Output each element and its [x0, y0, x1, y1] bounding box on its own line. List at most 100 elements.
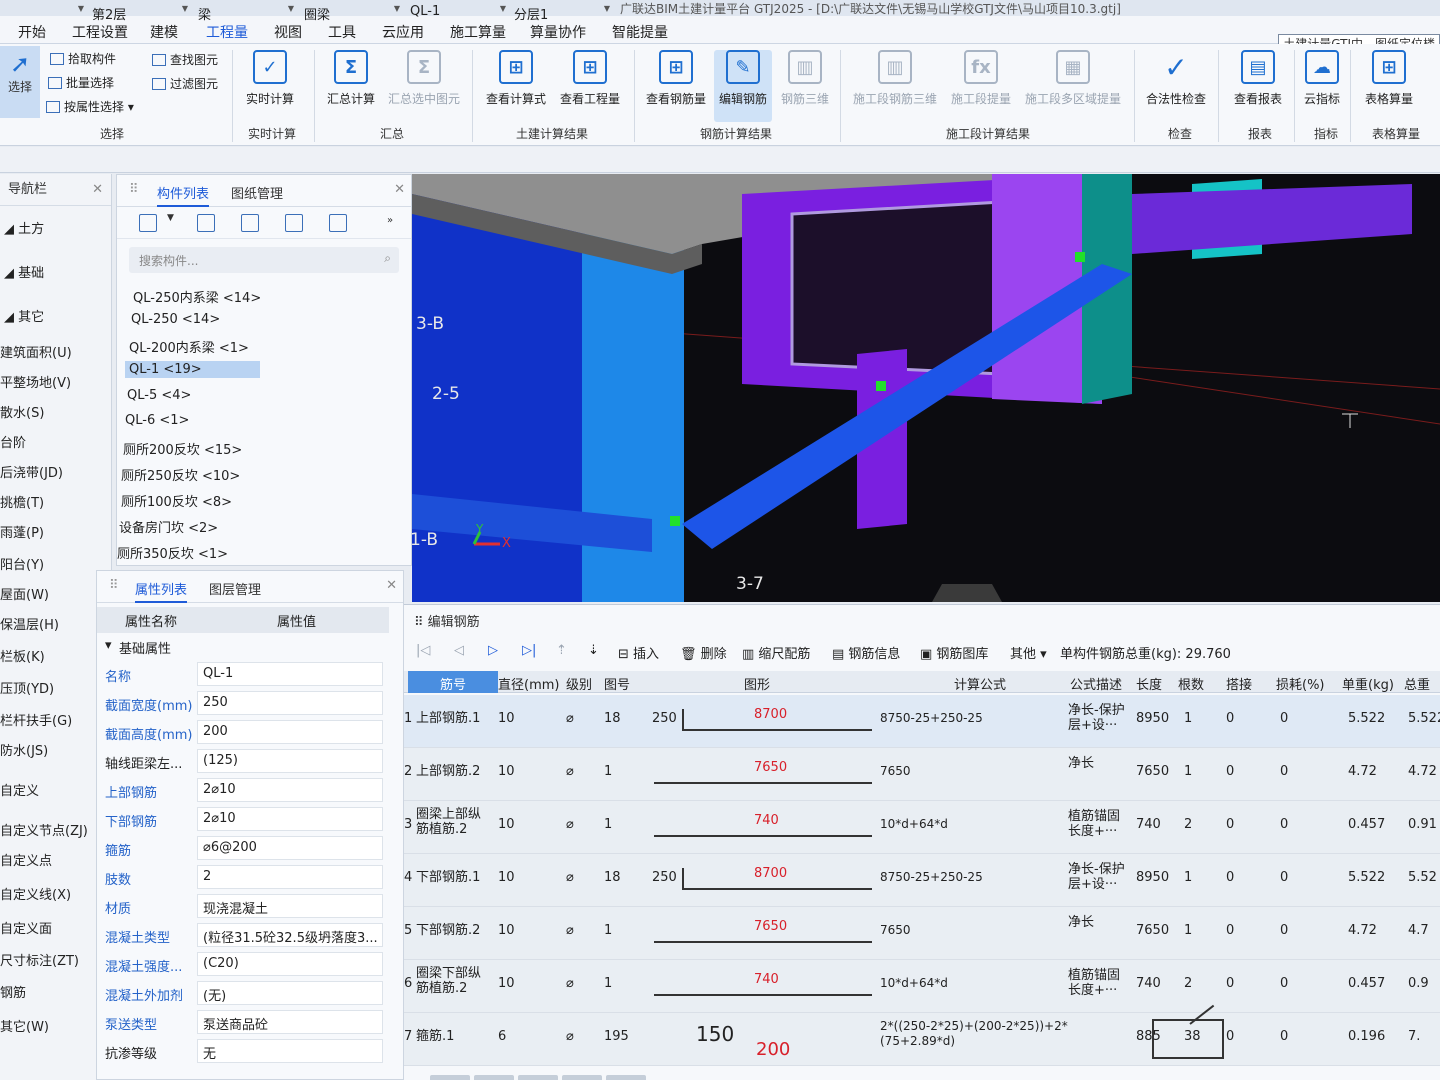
bar-name-cell[interactable]: 圈梁下部纵筋植筋.2: [416, 966, 486, 996]
property-row[interactable]: 抗渗等级 无: [97, 1038, 389, 1065]
list-item[interactable]: QL-250 <14>: [131, 312, 220, 327]
total-weight-cell[interactable]: 0.9: [1408, 976, 1429, 991]
move-down-icon[interactable]: ⇣: [588, 643, 599, 658]
status-tab[interactable]: [430, 1075, 470, 1080]
status-tab[interactable]: [562, 1075, 602, 1080]
rebar-3d-button[interactable]: ▥ 钢筋三维: [776, 50, 834, 107]
list-item[interactable]: QL-200内系梁 <1>: [129, 337, 249, 356]
menu-tools[interactable]: 工具: [328, 22, 356, 42]
col-count[interactable]: 根数: [1178, 674, 1204, 693]
list-item[interactable]: 设备房门坎 <2>: [119, 517, 218, 536]
loss-cell[interactable]: 0: [1280, 711, 1288, 726]
list-item[interactable]: 厕所100反坎 <8>: [121, 491, 232, 510]
status-tab[interactable]: [474, 1075, 514, 1080]
nav-item[interactable]: 阳台(Y): [0, 554, 44, 573]
close-icon[interactable]: ✕: [386, 578, 397, 593]
grade-cell[interactable]: ⌀: [566, 711, 574, 726]
total-weight-cell[interactable]: 4.7: [1408, 923, 1429, 938]
property-value[interactable]: 无: [197, 1039, 383, 1063]
loss-cell[interactable]: 0: [1280, 870, 1288, 885]
length-cell[interactable]: 740: [1136, 817, 1161, 832]
total-weight-cell[interactable]: 0.91: [1408, 817, 1437, 832]
description-cell[interactable]: 净长: [1068, 756, 1130, 771]
summary-calc-button[interactable]: Σ 汇总计算: [322, 50, 380, 107]
dropdown-arrow-icon[interactable]: ▼: [167, 213, 174, 223]
diameter-cell[interactable]: 10: [498, 764, 515, 779]
grade-cell[interactable]: ⌀: [566, 817, 574, 832]
drag-grip-icon[interactable]: ⠿: [414, 615, 428, 630]
col-formula[interactable]: 计算公式: [954, 674, 1006, 693]
col-shape[interactable]: 图形: [744, 674, 770, 693]
bar-name-cell[interactable]: 下部钢筋.1: [416, 870, 486, 885]
component-search-input[interactable]: 搜索构件... ⌕: [129, 247, 399, 273]
loss-cell[interactable]: 0: [1280, 817, 1288, 832]
lap-cell[interactable]: 0: [1226, 870, 1234, 885]
nav-item[interactable]: 建筑面积(U): [0, 342, 72, 361]
other-menu-button[interactable]: 其他 ▾: [1010, 643, 1047, 662]
delete-icon[interactable]: [241, 214, 259, 232]
floor-select[interactable]: 第2层 ▼: [92, 4, 188, 23]
nav-item[interactable]: 挑檐(T): [0, 492, 44, 511]
total-weight-cell[interactable]: 5.522: [1408, 711, 1440, 726]
count-cell[interactable]: 38: [1184, 1029, 1201, 1044]
property-value[interactable]: (C20): [197, 952, 383, 976]
formula-cell[interactable]: 10*d+64*d: [880, 817, 1070, 832]
table-row[interactable]: 2 上部钢筋.2 10 ⌀ 1 7650 7650 净长 7650 1 0 0 4.72 4.72: [404, 748, 1440, 801]
length-cell[interactable]: 8950: [1136, 711, 1169, 726]
menu-smart-extract[interactable]: 智能提量: [612, 22, 668, 42]
table-row[interactable]: 7 箍筋.1 6 ⌀ 195 150 200 2*((250-2*25)+(200-2*25)…: [404, 1004, 1440, 1066]
nav-item[interactable]: 散水(S): [0, 402, 44, 421]
list-item[interactable]: 厕所200反坎 <15>: [123, 439, 242, 458]
table-row[interactable]: 1 上部钢筋.1 10 ⌀ 18 250 8700 8750-25+250-25 净长-保护层+…: [404, 695, 1440, 748]
scale-rebar-button[interactable]: ▥ 缩尺配筋: [742, 643, 810, 662]
diameter-cell[interactable]: 6: [498, 1029, 506, 1044]
insert-button[interactable]: ⊟ 插入: [618, 643, 659, 662]
formula-cell[interactable]: 7650: [880, 923, 1070, 938]
nav-item[interactable]: 其它(W): [0, 1016, 49, 1035]
list-item[interactable]: QL-6 <1>: [125, 413, 189, 428]
nav-category-other[interactable]: ◢ 其它: [4, 306, 44, 325]
list-item[interactable]: 厕所350反坎 <1>: [117, 543, 228, 562]
status-tab[interactable]: [518, 1075, 558, 1080]
property-row[interactable]: 轴线距梁左... (125): [97, 748, 389, 775]
property-row[interactable]: 混凝土类型 (粒径31.5砼32.5级坍落度3...: [97, 922, 389, 949]
unit-weight-cell[interactable]: 0.457: [1348, 817, 1385, 832]
type-select[interactable]: 梁 ▼: [198, 4, 294, 23]
count-cell[interactable]: 1: [1184, 870, 1192, 885]
tab-layer-management[interactable]: 图层管理: [209, 579, 261, 598]
total-weight-cell[interactable]: 5.52: [1408, 870, 1437, 885]
property-row[interactable]: 箍筋 ⌀6@200: [97, 835, 389, 862]
marker-point[interactable]: [1075, 252, 1085, 262]
col-grade[interactable]: 级别: [566, 674, 592, 693]
nav-item[interactable]: 压顶(YD): [0, 678, 54, 697]
menu-project-settings[interactable]: 工程设置: [72, 22, 128, 42]
menu-collaboration[interactable]: 算量协作: [530, 22, 586, 42]
tab-drawing-management[interactable]: 图纸管理: [231, 183, 283, 202]
close-icon[interactable]: ✕: [92, 174, 103, 206]
property-row[interactable]: 名称 QL-1: [97, 661, 389, 688]
select-button[interactable]: ➚ 选择: [0, 46, 40, 118]
property-value[interactable]: 2⌀10: [197, 778, 383, 802]
description-cell[interactable]: 净长: [1068, 915, 1130, 930]
bar-name-cell[interactable]: 下部钢筋.2: [416, 923, 486, 938]
property-value[interactable]: (125): [197, 749, 383, 773]
length-cell[interactable]: 740: [1136, 976, 1161, 991]
col-length[interactable]: 长度: [1136, 674, 1162, 693]
view-rebar-button[interactable]: ⊞ 查看钢筋量: [642, 50, 710, 107]
batch-select-button[interactable]: 批量选择: [48, 74, 114, 91]
figure-no-cell[interactable]: 1: [604, 764, 612, 779]
nav-item[interactable]: 保温层(H): [0, 614, 59, 633]
description-cell[interactable]: 植筋锚固长度+···: [1068, 968, 1130, 998]
nav-item[interactable]: 尺寸标注(ZT): [0, 950, 79, 969]
first-record-icon[interactable]: |◁: [416, 643, 430, 658]
figure-no-cell[interactable]: 1: [604, 923, 612, 938]
property-row[interactable]: 泵送类型 泵送商品砼: [97, 1009, 389, 1036]
view-quantity-button[interactable]: ⊞ 查看工程量: [556, 50, 624, 107]
property-value[interactable]: 250: [197, 691, 383, 715]
formula-cell[interactable]: 10*d+64*d: [880, 976, 1070, 991]
unit-weight-cell[interactable]: 5.522: [1348, 870, 1385, 885]
figure-no-cell[interactable]: 1: [604, 976, 612, 991]
layer-copy-icon[interactable]: [329, 214, 347, 232]
table-row[interactable]: 3 圈梁上部纵筋植筋.2 10 ⌀ 1 740 10*d+64*d 植筋锚固长度+··· 740…: [404, 801, 1440, 854]
grade-cell[interactable]: ⌀: [566, 870, 574, 885]
